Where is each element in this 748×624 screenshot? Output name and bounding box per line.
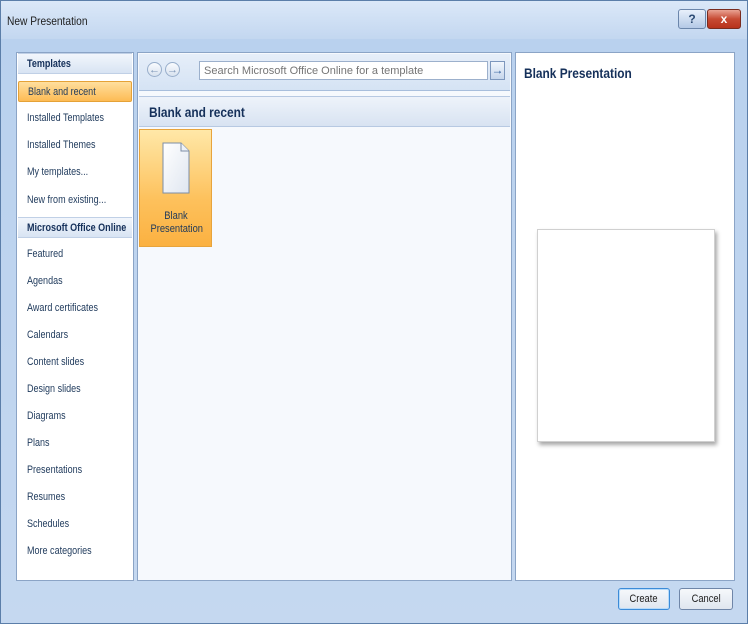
category-sidebar: Templates Blank and recent Installed Templ… xyxy=(16,52,134,581)
sidebar-item-label: Microsoft Office Online xyxy=(27,222,127,234)
template-search-input[interactable] xyxy=(199,61,488,80)
create-button[interactable]: Create xyxy=(618,588,670,610)
cancel-button[interactable]: Cancel xyxy=(679,588,733,610)
sidebar-item-agendas[interactable]: Agendas xyxy=(18,271,132,292)
slide-preview xyxy=(537,229,715,442)
preview-title: Blank Presentation xyxy=(524,65,632,81)
sidebar-item-label: Diagrams xyxy=(27,410,66,422)
sidebar-item-label: Agendas xyxy=(27,275,63,287)
sidebar-item-label: Blank and recent xyxy=(28,86,96,98)
back-arrow-icon[interactable]: ← xyxy=(147,62,162,77)
sidebar-item-calendars[interactable]: Calendars xyxy=(18,325,132,346)
sidebar-item-design-slides[interactable]: Design slides xyxy=(18,379,132,400)
close-button[interactable]: x xyxy=(707,9,741,29)
sidebar-item-more-categories[interactable]: More categories xyxy=(18,541,132,562)
sidebar-header-microsoft-office-online: Microsoft Office Online xyxy=(18,217,132,238)
sidebar-item-award-certificates[interactable]: Award certificates xyxy=(18,298,132,319)
sidebar-item-new-from-existing[interactable]: New from existing... xyxy=(18,190,132,211)
new-presentation-dialog: New Presentation ? x Templates Blank and … xyxy=(0,0,748,624)
sidebar-item-content-slides[interactable]: Content slides xyxy=(18,352,132,373)
sidebar-item-installed-themes[interactable]: Installed Themes xyxy=(18,135,132,156)
sidebar-item-presentations[interactable]: Presentations xyxy=(18,460,132,481)
sidebar-item-label: Installed Templates xyxy=(27,112,105,124)
search-toolbar: ← → → xyxy=(139,54,510,91)
sidebar-header-templates: Templates xyxy=(18,53,132,74)
preview-pane: Blank Presentation xyxy=(515,52,735,581)
sidebar-item-resumes[interactable]: Resumes xyxy=(18,487,132,508)
sidebar-item-installed-templates[interactable]: Installed Templates xyxy=(18,108,132,129)
sidebar-item-my-templates[interactable]: My templates... xyxy=(18,162,132,183)
section-title: Blank and recent xyxy=(149,104,245,120)
search-go-button[interactable]: → xyxy=(490,61,505,80)
blank-presentation-tile[interactable]: Blank Presentation xyxy=(139,129,212,247)
tile-label: Blank Presentation xyxy=(150,210,203,235)
blank-document-icon xyxy=(162,142,190,194)
sidebar-item-label: New from existing... xyxy=(27,194,107,206)
forward-arrow-icon[interactable]: → xyxy=(165,62,180,77)
sidebar-item-label: Installed Themes xyxy=(27,139,96,151)
sidebar-item-label: Award certificates xyxy=(27,302,99,314)
sidebar-item-label: Resumes xyxy=(27,491,66,503)
sidebar-item-label: More categories xyxy=(27,545,92,557)
sidebar-item-diagrams[interactable]: Diagrams xyxy=(18,406,132,427)
sidebar-item-label: Calendars xyxy=(27,329,69,341)
section-header: Blank and recent xyxy=(139,96,510,127)
sidebar-item-label: Plans xyxy=(27,437,50,449)
sidebar-item-featured[interactable]: Featured xyxy=(18,244,132,265)
help-button[interactable]: ? xyxy=(678,9,706,29)
sidebar-item-label: Schedules xyxy=(27,518,70,530)
sidebar-item-plans[interactable]: Plans xyxy=(18,433,132,454)
sidebar-item-label: My templates... xyxy=(27,166,89,178)
sidebar-item-label: Featured xyxy=(27,248,64,260)
sidebar-item-label: Presentations xyxy=(27,464,83,476)
sidebar-item-label: Design slides xyxy=(27,383,81,395)
sidebar-item-schedules[interactable]: Schedules xyxy=(18,514,132,535)
template-browser: ← → → Blank and recent Blank Presentatio… xyxy=(137,52,512,581)
title-bar[interactable]: New Presentation ? x xyxy=(1,1,747,39)
sidebar-item-label: Templates xyxy=(27,58,71,70)
window-title: New Presentation xyxy=(7,14,88,28)
sidebar-item-label: Content slides xyxy=(27,356,85,368)
sidebar-item-blank-and-recent[interactable]: Blank and recent xyxy=(18,81,132,102)
